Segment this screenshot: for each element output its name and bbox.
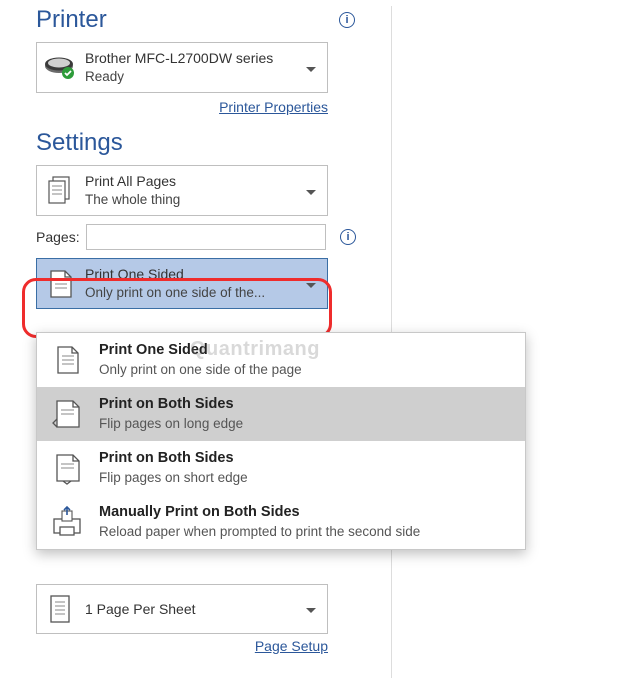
both-sides-long-icon bbox=[47, 395, 87, 433]
print-range-text: Print All Pages The whole thing bbox=[85, 172, 301, 209]
info-icon[interactable]: i bbox=[339, 12, 355, 28]
option-title: Print One Sided bbox=[99, 341, 302, 361]
page-setup-link[interactable]: Page Setup bbox=[255, 638, 328, 654]
single-side-icon bbox=[43, 266, 77, 302]
single-side-icon bbox=[47, 341, 87, 379]
settings-heading: Settings bbox=[36, 129, 355, 157]
option-subtitle: Flip pages on short edge bbox=[99, 469, 248, 487]
option-both-sides-short[interactable]: Print on Both Sides Flip pages on short … bbox=[37, 441, 525, 495]
printer-selector[interactable]: Brother MFC-L2700DW series Ready bbox=[36, 42, 328, 93]
printer-heading: Printer i bbox=[36, 6, 355, 34]
option-subtitle: Only print on one side of the page bbox=[99, 361, 302, 379]
chevron-down-icon bbox=[301, 183, 321, 199]
option-title: Manually Print on Both Sides bbox=[99, 503, 420, 523]
sides-dropdown-menu: Print One Sided Only print on one side o… bbox=[36, 332, 526, 550]
option-manual-both-sides[interactable]: Manually Print on Both Sides Reload pape… bbox=[37, 495, 525, 549]
pages-icon bbox=[43, 173, 77, 209]
option-both-sides-long[interactable]: Print on Both Sides Flip pages on long e… bbox=[37, 387, 525, 441]
printer-text: Brother MFC-L2700DW series Ready bbox=[85, 49, 301, 86]
sides-text: Print One Sided Only print on one side o… bbox=[85, 265, 301, 302]
pages-label: Pages: bbox=[36, 229, 80, 245]
pages-input[interactable] bbox=[86, 224, 326, 250]
settings-title: Settings bbox=[36, 129, 123, 157]
sides-subtitle: Only print on one side of the... bbox=[85, 284, 301, 302]
option-title: Print on Both Sides bbox=[99, 395, 243, 415]
sheet-icon bbox=[43, 591, 77, 627]
pages-row: Pages: i bbox=[36, 224, 356, 250]
print-range-title: Print All Pages bbox=[85, 172, 301, 191]
chevron-down-icon bbox=[301, 60, 321, 76]
info-icon[interactable]: i bbox=[340, 229, 356, 245]
chevron-down-icon bbox=[301, 601, 321, 617]
option-subtitle: Reload paper when prompted to print the … bbox=[99, 523, 420, 541]
printer-status: Ready bbox=[85, 68, 301, 86]
printer-icon bbox=[43, 50, 77, 86]
print-range-subtitle: The whole thing bbox=[85, 191, 301, 209]
sides-selector[interactable]: Print One Sided Only print on one side o… bbox=[36, 258, 328, 309]
manual-both-sides-icon bbox=[47, 503, 87, 541]
option-print-one-sided[interactable]: Print One Sided Only print on one side o… bbox=[37, 333, 525, 387]
option-title: Print on Both Sides bbox=[99, 449, 248, 469]
printer-properties-link[interactable]: Printer Properties bbox=[219, 99, 328, 115]
printer-name: Brother MFC-L2700DW series bbox=[85, 49, 301, 68]
print-range-selector[interactable]: Print All Pages The whole thing bbox=[36, 165, 328, 216]
printer-title: Printer bbox=[36, 6, 107, 34]
sides-title: Print One Sided bbox=[85, 265, 301, 284]
option-subtitle: Flip pages on long edge bbox=[99, 415, 243, 433]
both-sides-short-icon bbox=[47, 449, 87, 487]
sheet-title: 1 Page Per Sheet bbox=[85, 600, 301, 619]
chevron-down-icon bbox=[301, 276, 321, 292]
pages-per-sheet-selector[interactable]: 1 Page Per Sheet bbox=[36, 584, 328, 634]
